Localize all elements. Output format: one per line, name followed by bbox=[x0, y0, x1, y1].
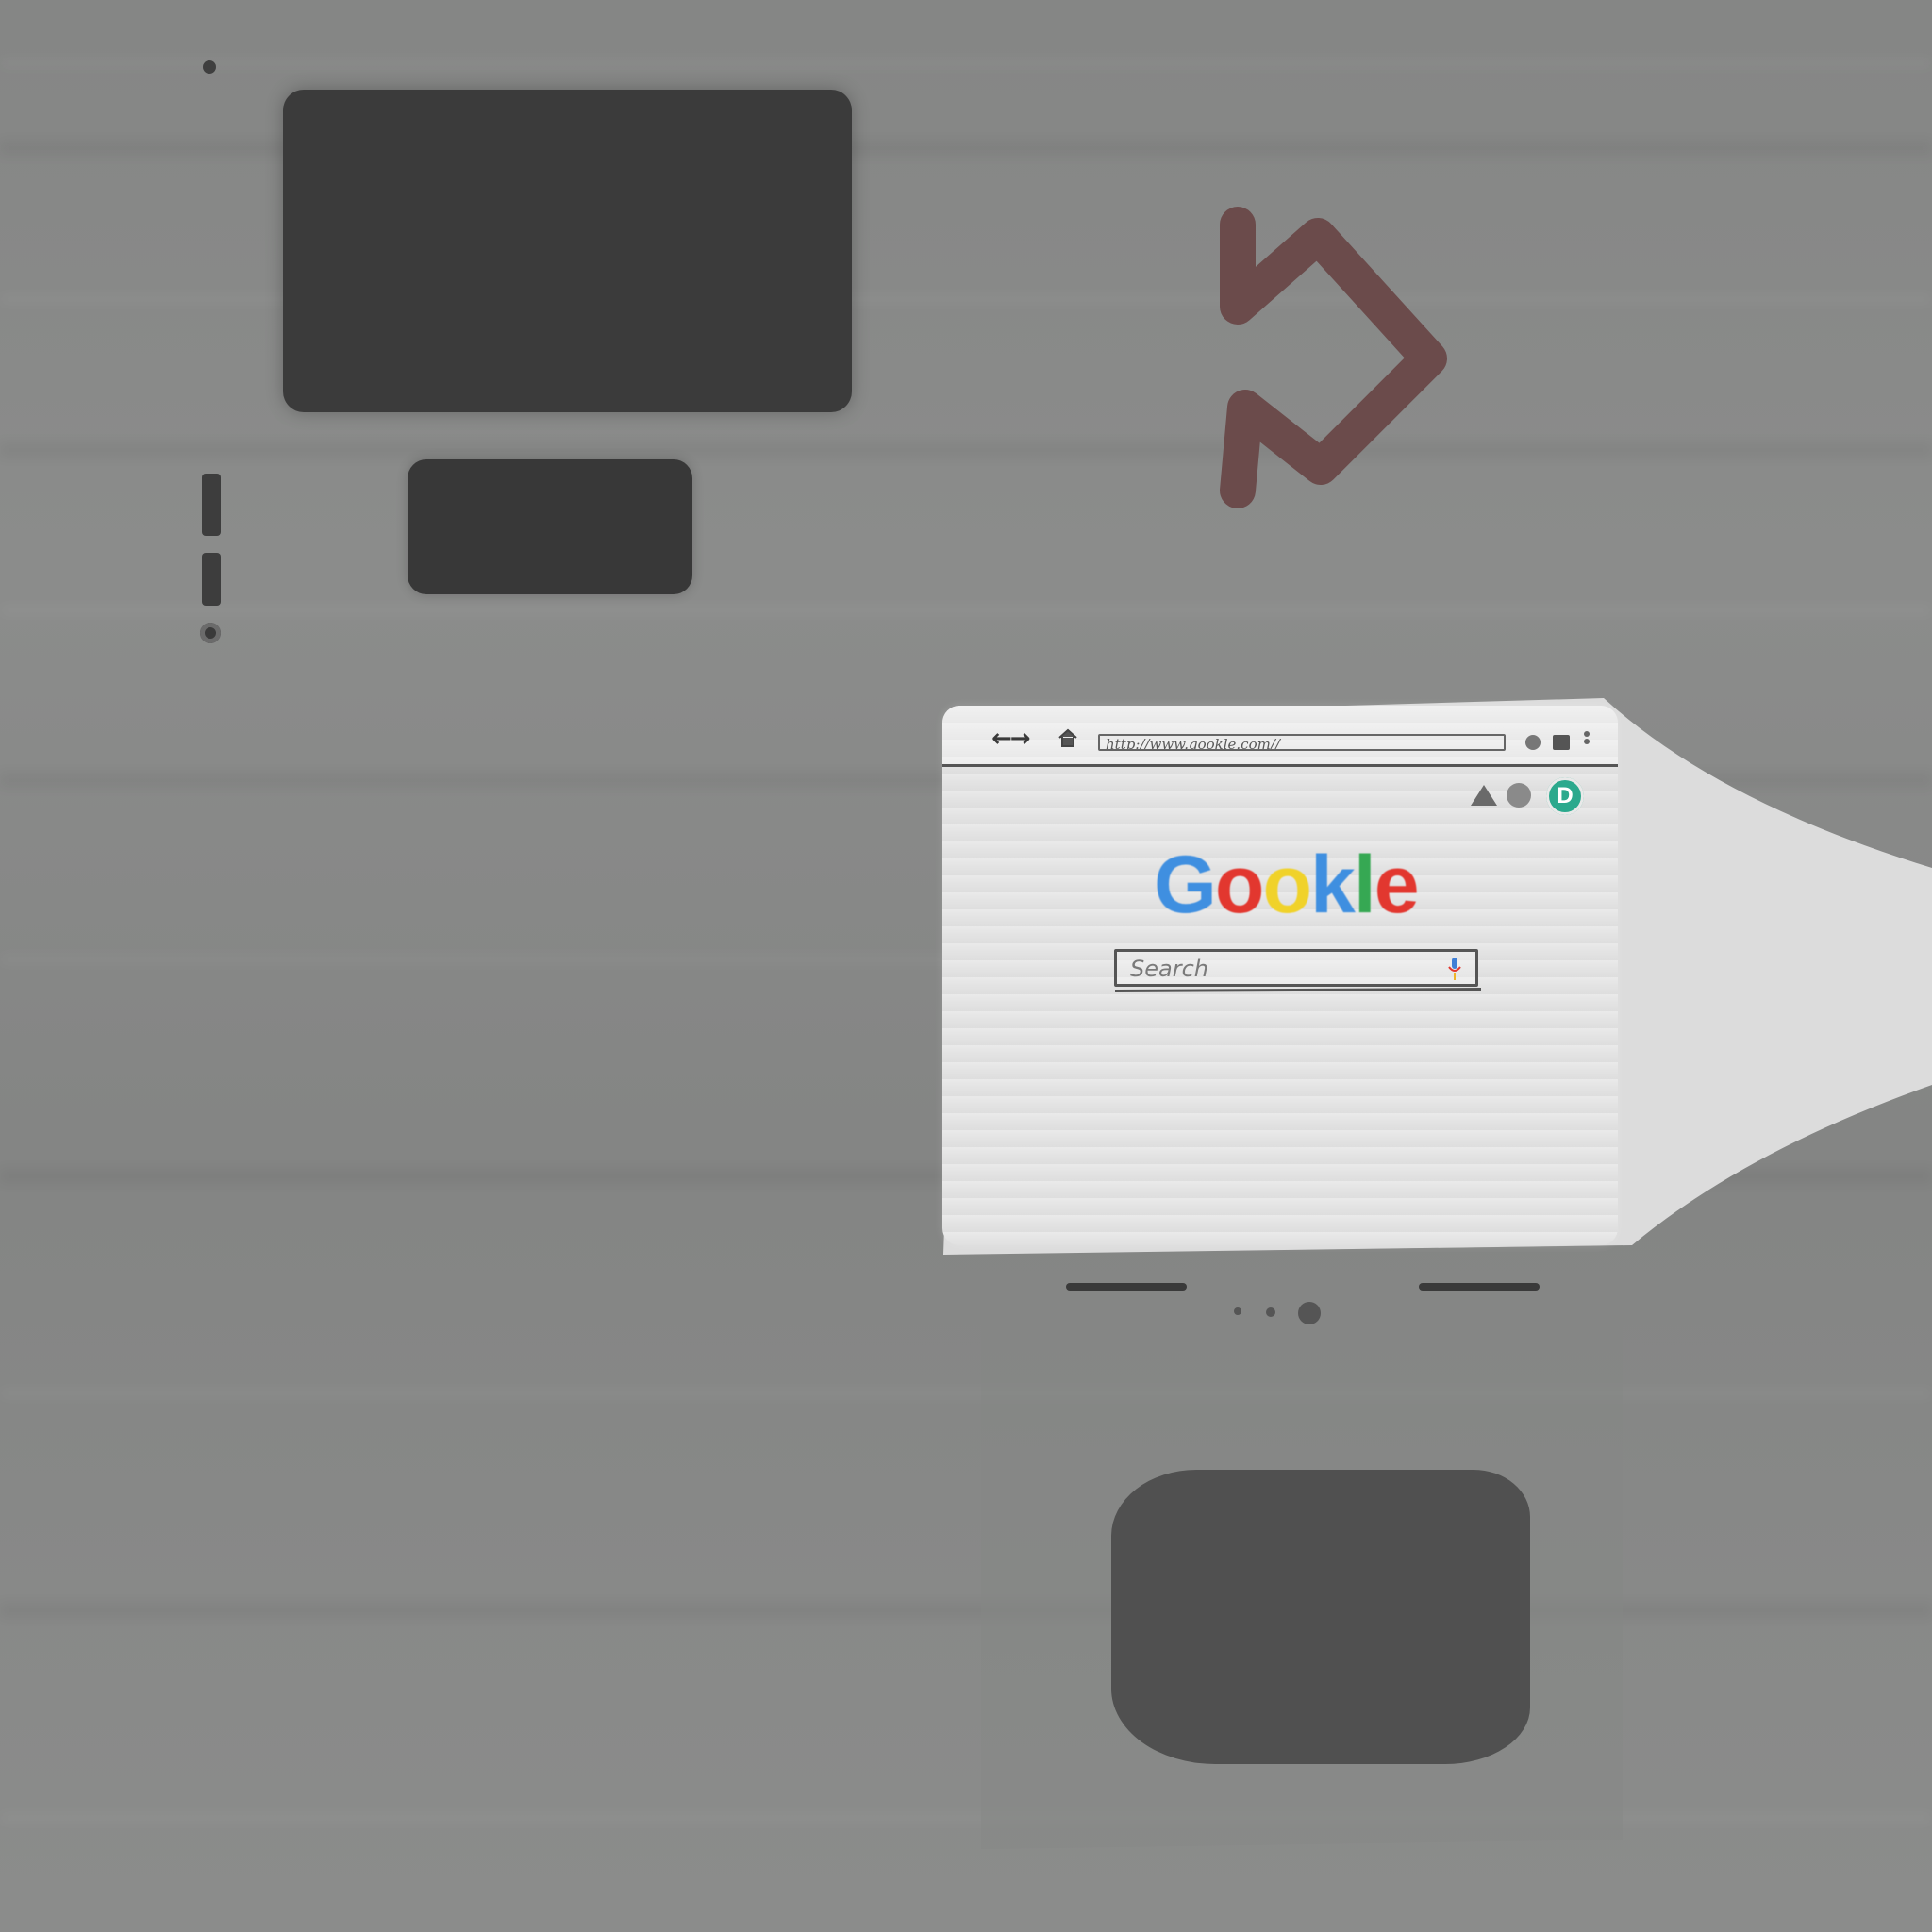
indicator-dot-active[interactable] bbox=[1298, 1302, 1321, 1324]
page-indicators bbox=[1066, 1283, 1557, 1324]
illustration-canvas: ←→ http://www.gookle.com// D Gookle bbox=[0, 0, 1932, 1932]
indicator-dash bbox=[1066, 1283, 1187, 1291]
indicator-dash bbox=[1419, 1283, 1540, 1291]
logo-letter: G bbox=[1154, 840, 1217, 930]
background-streak bbox=[0, 1604, 1932, 1617]
volume-up-button[interactable] bbox=[202, 474, 221, 536]
background-streak bbox=[0, 604, 1932, 617]
background-streak bbox=[0, 1387, 1932, 1400]
url-bar[interactable]: http://www.gookle.com// bbox=[1098, 734, 1506, 751]
notification-icon[interactable] bbox=[1507, 783, 1531, 808]
search-box[interactable] bbox=[1114, 949, 1478, 987]
extension-icon[interactable] bbox=[1525, 735, 1541, 750]
warning-icon[interactable] bbox=[1471, 785, 1497, 806]
browser-window: ←→ http://www.gookle.com// D Gookle bbox=[942, 706, 1618, 1245]
indicator-dot[interactable] bbox=[1266, 1307, 1275, 1317]
background-streak bbox=[0, 1811, 1932, 1824]
device-sensor-dot bbox=[200, 623, 221, 643]
device-camera-dot bbox=[203, 60, 216, 74]
home-button[interactable] bbox=[1111, 1470, 1530, 1764]
search-logo: Gookle bbox=[1154, 838, 1437, 932]
browser-toolbar: ←→ http://www.gookle.com// bbox=[942, 706, 1618, 767]
microphone-icon[interactable] bbox=[1447, 956, 1462, 982]
nav-arrows[interactable]: ←→ bbox=[991, 724, 1031, 753]
background-streak bbox=[0, 443, 1932, 457]
avatar[interactable]: D bbox=[1546, 777, 1584, 815]
logo-letter: e bbox=[1374, 840, 1420, 930]
logo-letter: o bbox=[1214, 840, 1265, 930]
indicator-dot[interactable] bbox=[1234, 1307, 1241, 1315]
logo-letter: o bbox=[1262, 840, 1312, 930]
account-icons: D bbox=[1471, 777, 1603, 815]
logo-letter: k bbox=[1310, 840, 1356, 930]
home-icon[interactable] bbox=[1058, 728, 1078, 747]
tabs-icon[interactable] bbox=[1553, 735, 1570, 750]
device-screen-small bbox=[408, 459, 692, 594]
logo-letter: l bbox=[1353, 840, 1376, 930]
device-screen-large bbox=[283, 90, 852, 412]
volume-down-button[interactable] bbox=[202, 553, 221, 606]
rotate-icon bbox=[1220, 207, 1447, 508]
background-streak bbox=[0, 57, 1932, 70]
search-input[interactable] bbox=[1117, 952, 1453, 986]
menu-icon[interactable] bbox=[1584, 731, 1590, 752]
